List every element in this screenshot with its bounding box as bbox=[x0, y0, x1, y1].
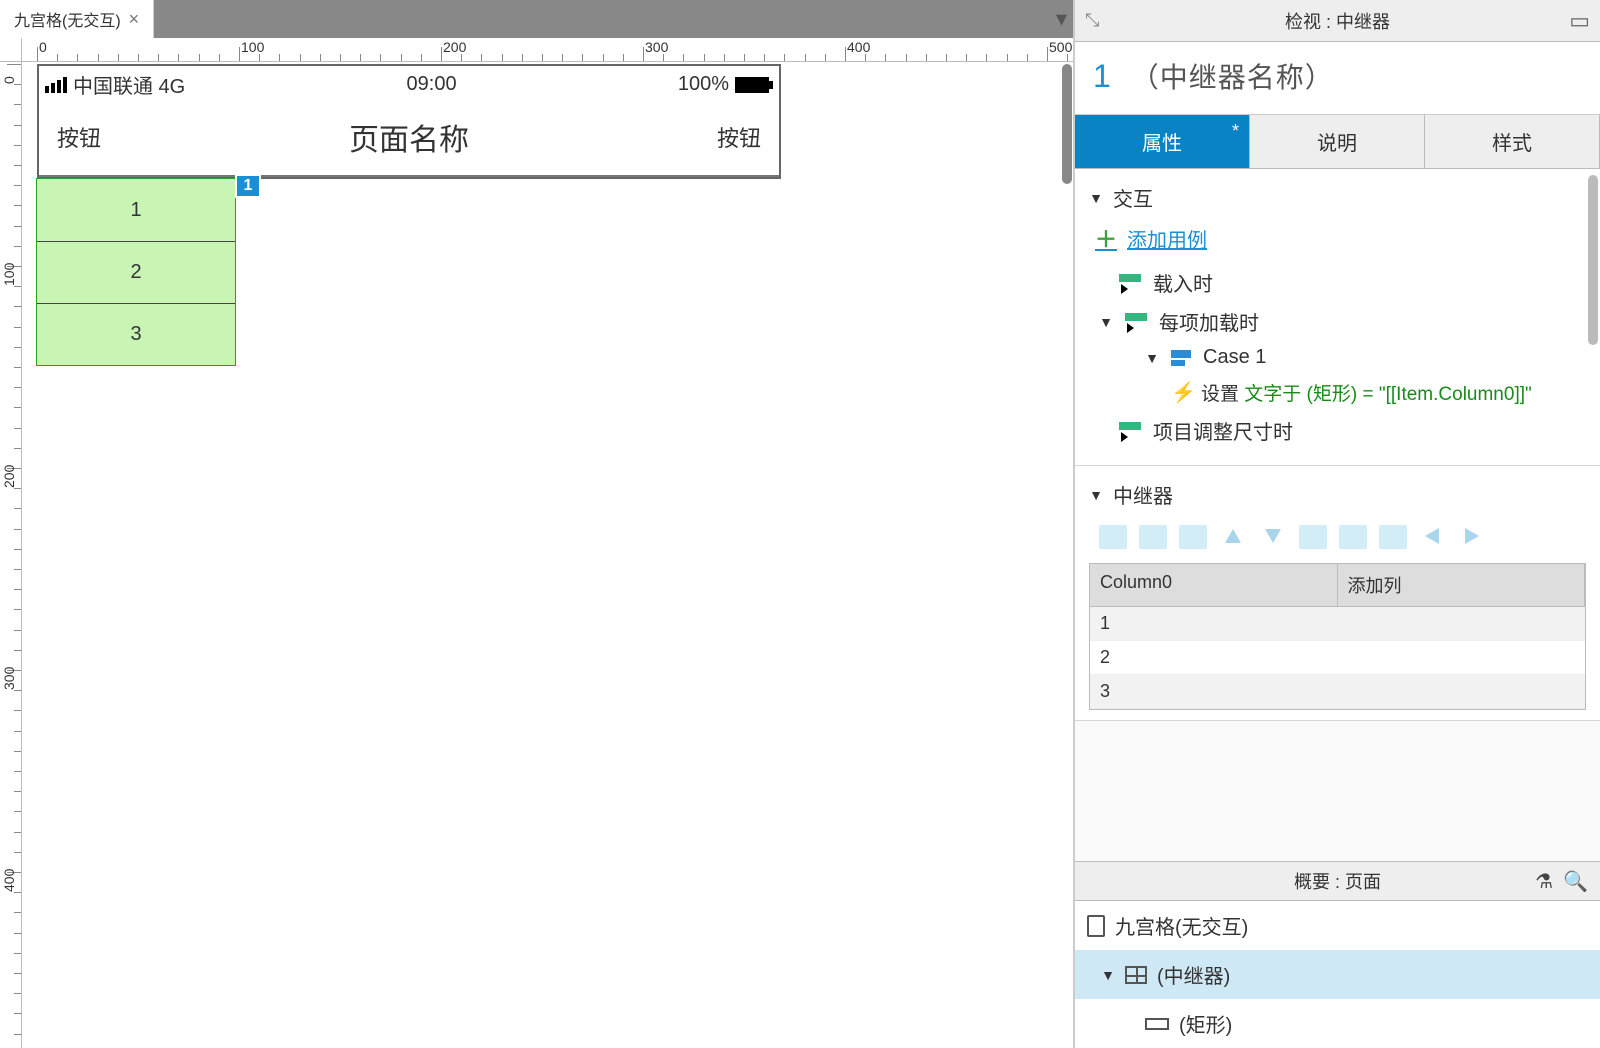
horizontal-ruler: 0100200300400500 bbox=[0, 38, 1073, 62]
down-arrow-icon[interactable] bbox=[1259, 525, 1287, 549]
action-item[interactable]: 设置 文字于 (矩形) = "[[Item.Column0]]" bbox=[1171, 379, 1586, 406]
outline-page[interactable]: 九宫格(无交互) bbox=[1075, 901, 1600, 950]
chevron-down-icon: ▼ bbox=[1101, 967, 1115, 983]
chevron-down-icon: ▼ bbox=[1145, 350, 1159, 366]
event-onload[interactable]: 载入时 bbox=[1119, 268, 1586, 297]
outline-header: 概要 : 页面 ⚗ 🔍 bbox=[1075, 861, 1600, 901]
nav-right-button[interactable]: 按钮 bbox=[717, 121, 761, 153]
outline-repeater[interactable]: ▼ (中继器) bbox=[1075, 950, 1600, 999]
grid-row[interactable]: 3 bbox=[1090, 675, 1585, 709]
left-arrow-icon[interactable] bbox=[1419, 525, 1447, 549]
inspector-title: 检视 : 中继器 bbox=[1075, 8, 1600, 34]
chevron-down-icon: ▼ bbox=[1089, 487, 1103, 503]
repeater-widget[interactable]: 123 bbox=[36, 178, 236, 366]
modified-indicator: * bbox=[1232, 121, 1239, 142]
outline-title: 概要 : 页面 bbox=[1075, 868, 1600, 894]
toolbar-icon[interactable] bbox=[1179, 525, 1207, 549]
canvas-area: 九宫格(无交互) × ▾ 0100200300400500 0100200300… bbox=[0, 0, 1073, 1048]
grid-row[interactable]: 2 bbox=[1090, 641, 1585, 675]
mobile-titlebar: 按钮 页面名称 按钮 bbox=[39, 103, 779, 177]
tab-notes[interactable]: 说明 bbox=[1250, 115, 1425, 168]
rectangle-icon bbox=[1145, 1018, 1169, 1030]
outline-rect[interactable]: (矩形) bbox=[1075, 999, 1600, 1048]
right-arrow-icon[interactable] bbox=[1459, 525, 1487, 549]
case-item[interactable]: ▼ Case 1 bbox=[1145, 346, 1586, 369]
toolbar-icon[interactable] bbox=[1099, 525, 1127, 549]
action-text: 设置 文字于 (矩形) = "[[Item.Column0]]" bbox=[1201, 379, 1532, 406]
carrier-label: 中国联通 4G bbox=[73, 70, 185, 99]
repeater-data-grid[interactable]: Column0 添加列 123 bbox=[1089, 563, 1586, 710]
tab-properties[interactable]: 属性 * bbox=[1075, 115, 1250, 168]
chevron-down-icon: ▼ bbox=[1099, 314, 1113, 330]
close-tab-icon[interactable]: × bbox=[129, 9, 140, 30]
chevron-down-icon: ▼ bbox=[1089, 190, 1103, 206]
repeater-section: ▼ 中继器 Column0 添加列 123 bbox=[1075, 466, 1600, 721]
filter-icon[interactable]: ⚗ bbox=[1535, 869, 1553, 894]
page-title: 页面名称 bbox=[101, 115, 717, 159]
selection-index: 1 bbox=[1093, 58, 1111, 95]
event-icon bbox=[1125, 313, 1147, 331]
up-arrow-icon[interactable] bbox=[1219, 525, 1247, 549]
widget-name: （中继器名称） bbox=[1131, 56, 1334, 96]
toolbar-icon[interactable] bbox=[1339, 525, 1367, 549]
nav-left-button[interactable]: 按钮 bbox=[57, 121, 101, 153]
grid-row[interactable]: 1 bbox=[1090, 607, 1585, 641]
event-onitemload[interactable]: ▼ 每项加载时 bbox=[1099, 307, 1586, 336]
interaction-section: ▼ 交互 ＋ 添加用例 载入时 ▼ 每项加载时 ▼ Case 1 bbox=[1075, 169, 1600, 466]
repeater-row[interactable]: 1 bbox=[37, 179, 235, 241]
page-tab[interactable]: 九宫格(无交互) × bbox=[0, 0, 154, 38]
case-icon bbox=[1171, 350, 1191, 366]
lightning-icon bbox=[1171, 382, 1189, 404]
add-case-link[interactable]: ＋ 添加用例 bbox=[1095, 222, 1586, 254]
page-tab-bar: 九宫格(无交互) × ▾ bbox=[0, 0, 1073, 38]
selection-count-badge: 1 bbox=[235, 174, 261, 198]
column-header[interactable]: Column0 bbox=[1090, 564, 1338, 606]
popout-icon[interactable]: ⤡ bbox=[1085, 10, 1099, 31]
toolbar-icon[interactable] bbox=[1139, 525, 1167, 549]
repeater-section-header[interactable]: ▼ 中继器 bbox=[1089, 480, 1586, 509]
inspector-panel: ⤡ 检视 : 中继器 ▭ 1 （中继器名称） 属性 * 说明 样式 ▼ 交互 ＋… bbox=[1073, 0, 1600, 1048]
page-tab-label: 九宫格(无交互) bbox=[14, 7, 121, 31]
widget-name-row[interactable]: 1 （中继器名称） bbox=[1075, 42, 1600, 115]
inspector-tabs: 属性 * 说明 样式 bbox=[1075, 115, 1600, 169]
notes-icon[interactable]: ▭ bbox=[1569, 8, 1590, 34]
outline-tree: 九宫格(无交互) ▼ (中继器) (矩形) bbox=[1075, 901, 1600, 1048]
event-onresize[interactable]: 项目调整尺寸时 bbox=[1119, 416, 1586, 445]
inspector-body: ▼ 交互 ＋ 添加用例 载入时 ▼ 每项加载时 ▼ Case 1 bbox=[1075, 169, 1600, 861]
clock-label: 09:00 bbox=[185, 73, 678, 96]
plus-icon: ＋ bbox=[1095, 222, 1117, 254]
toolbar-icon[interactable] bbox=[1379, 525, 1407, 549]
signal-icon bbox=[45, 77, 67, 93]
canvas-scrollbar[interactable] bbox=[1062, 64, 1072, 184]
repeater-toolbar bbox=[1089, 517, 1586, 563]
search-icon[interactable]: 🔍 bbox=[1563, 869, 1588, 894]
inspector-header: ⤡ 检视 : 中继器 ▭ bbox=[1075, 0, 1600, 42]
battery-icon bbox=[735, 77, 769, 93]
mobile-status-bar: 中国联通 4G 09:00 100% bbox=[39, 66, 779, 103]
design-canvas[interactable]: 中国联通 4G 09:00 100% 按钮 页面名称 按钮 123 1 bbox=[22, 62, 1073, 1048]
ruler-corner bbox=[0, 38, 22, 61]
battery-label: 100% bbox=[678, 73, 769, 96]
tab-dropdown-icon[interactable]: ▾ bbox=[1056, 6, 1067, 32]
repeater-icon bbox=[1125, 966, 1147, 984]
interaction-section-header[interactable]: ▼ 交互 bbox=[1089, 183, 1586, 212]
vertical-ruler: 0100200300400500 bbox=[0, 62, 22, 1048]
mobile-frame: 中国联通 4G 09:00 100% 按钮 页面名称 按钮 bbox=[37, 64, 781, 179]
toolbar-icon[interactable] bbox=[1299, 525, 1327, 549]
event-icon bbox=[1119, 274, 1141, 292]
page-icon bbox=[1087, 915, 1105, 937]
add-column-header[interactable]: 添加列 bbox=[1338, 564, 1586, 606]
tab-style[interactable]: 样式 bbox=[1425, 115, 1600, 168]
repeater-row[interactable]: 2 bbox=[37, 241, 235, 303]
inspector-scrollbar[interactable] bbox=[1588, 175, 1598, 345]
repeater-row[interactable]: 3 bbox=[37, 303, 235, 365]
event-icon bbox=[1119, 422, 1141, 440]
